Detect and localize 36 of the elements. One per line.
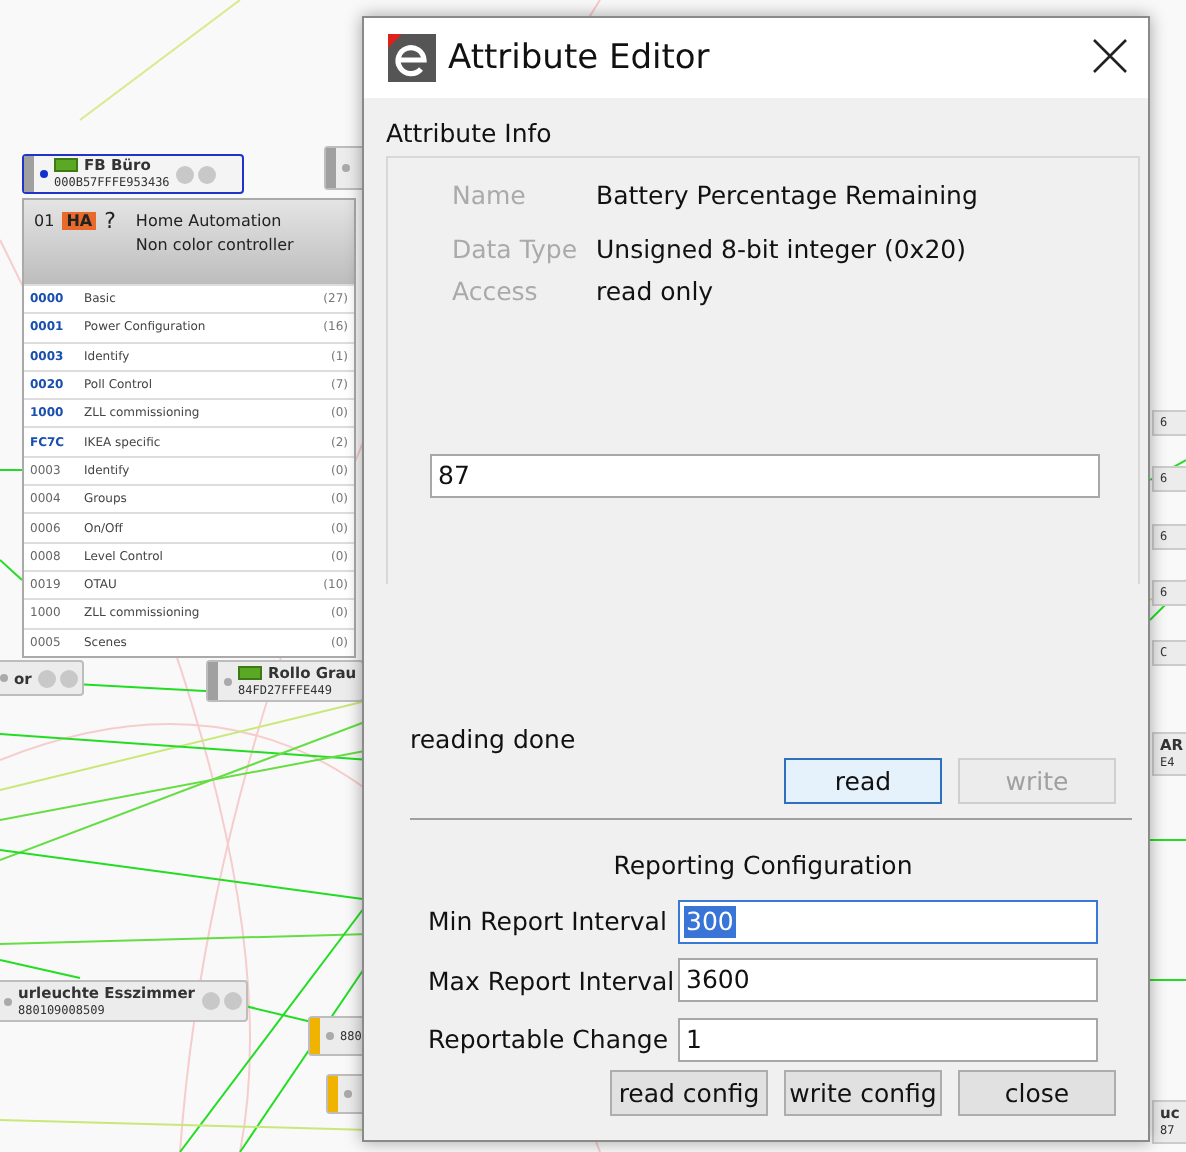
input-field[interactable]: 3600 <box>678 958 1098 1003</box>
status-text: reading done <box>410 724 578 754</box>
value-field[interactable]: 87 <box>430 454 1100 498</box>
status-dot-icon <box>344 1090 352 1098</box>
button[interactable]: read config <box>610 1069 768 1115</box>
field-value: Battery Percentage Remaining <box>596 180 978 210</box>
field-label: Name <box>452 180 528 210</box>
app-logo-icon <box>388 34 436 82</box>
field-value: read only <box>596 276 714 306</box>
field-value: Unsigned 8-bit integer (0x20) <box>596 234 966 264</box>
status-mark: ? <box>104 212 116 232</box>
endpoint-number: 01 <box>34 212 55 230</box>
status-dot-icon <box>4 997 12 1005</box>
section-heading: Attribute Info <box>386 118 554 148</box>
section-heading: Reporting Configuration <box>611 850 915 880</box>
device-description: Non color controller <box>135 236 294 254</box>
field-label: Reportable Change <box>428 1024 671 1055</box>
window-title: Attribute Editor <box>448 38 712 78</box>
input-field[interactable]: 1 <box>678 1017 1098 1062</box>
profile-badge: HA <box>62 212 97 230</box>
field-label: Max Report Interval <box>428 965 677 996</box>
field-label: Min Report Interval <box>428 906 669 937</box>
status-dot-icon <box>342 164 350 172</box>
status-dot-icon <box>326 1032 334 1040</box>
button[interactable]: write config <box>784 1069 942 1115</box>
field-label: Access <box>452 276 540 306</box>
device-description: Home Automation <box>135 212 284 230</box>
status-dot-icon <box>0 674 8 682</box>
button[interactable]: read <box>784 758 942 804</box>
device-node[interactable] <box>326 1074 366 1114</box>
close-icon[interactable] <box>1088 33 1132 77</box>
status-dot-icon <box>40 170 48 178</box>
field-label: Data Type <box>452 234 580 264</box>
status-dot-icon <box>224 677 232 685</box>
button[interactable]: close <box>958 1069 1116 1115</box>
input-field[interactable]: 300 <box>678 899 1098 944</box>
